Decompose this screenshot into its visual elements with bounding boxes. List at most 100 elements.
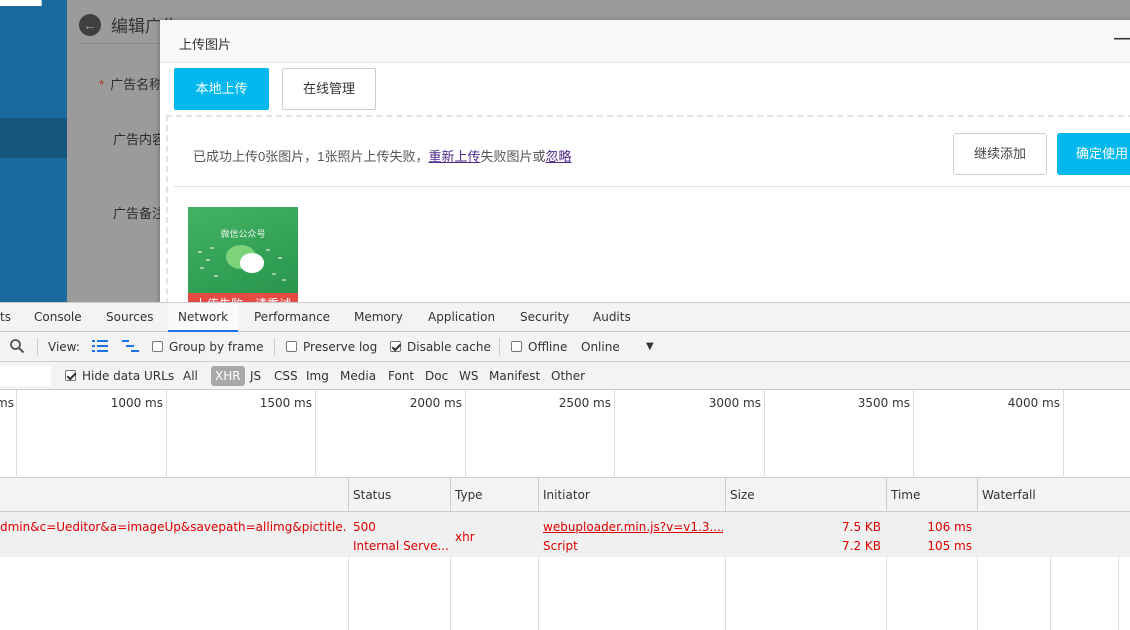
timeline-gridline [16,390,17,478]
filter-type-other[interactable]: Other [551,362,585,390]
timeline-tick-label: 1000 ms [110,396,163,410]
filter-type-xhr[interactable]: XHR [211,366,245,386]
tab-sources[interactable]: Sources [106,303,153,332]
toolbar-divider [274,338,275,356]
column-header-time[interactable]: Time [891,488,920,502]
continue-add-button[interactable]: 继续添加 [953,133,1047,175]
group-by-frame-checkbox[interactable]: Group by frame [152,332,263,362]
search-icon[interactable] [9,332,25,362]
column-divider[interactable] [538,478,539,511]
timeline-tick-label: 4000 ms [1007,396,1060,410]
filter-type-manifest[interactable]: Manifest [489,362,540,390]
offline-checkbox[interactable]: Offline [511,332,567,362]
tab-local-upload[interactable]: 本地上传 [174,68,269,110]
filter-type-ws[interactable]: WS [459,362,478,390]
tab-application[interactable]: Application [428,303,495,332]
devtools-tabbar: ts Console Sources Network Performance M… [0,302,1130,332]
dialog-title-bar[interactable]: 上传图片 — [160,20,1130,63]
admin-logo: ▆▆▆ [0,0,67,6]
filter-type-css[interactable]: CSS [274,362,298,390]
status-prefix: 已成功上传0张图片，1张照片上传失败， [193,149,429,164]
timeline-gridline [166,390,167,478]
thumbnail-caption: 微信公众号 [220,229,266,239]
chevron-down-icon[interactable]: ▼ [646,332,654,362]
form-label-ad-note: 广告备注 [113,206,166,221]
confirm-use-button[interactable]: 确定使用 [1057,133,1130,175]
filter-type-media[interactable]: Media [340,362,376,390]
filter-type-js[interactable]: JS [250,362,261,390]
request-type: xhr [455,530,475,544]
timeline-gridline [465,390,466,478]
tab-console[interactable]: Console [34,303,82,332]
checkbox-label: Disable cache [407,340,491,354]
form-label-ad-content: 广告内容 [113,132,166,147]
ignore-link[interactable]: 忽略 [546,149,572,164]
checkbox-label: Group by frame [169,340,264,354]
table-row[interactable]: dmin&c=Ueditor&a=imageUp&savepath=allimg… [0,512,1130,557]
checkbox-label: Offline [528,340,568,354]
timeline-tick-label: ms [0,396,14,410]
uploaded-image-thumbnail[interactable]: 微信公众号 上传失败，请重试 [188,207,298,302]
filter-type-all[interactable]: All [183,362,198,390]
column-header-type[interactable]: Type [455,488,483,502]
upload-status-text: 已成功上传0张图片，1张照片上传失败，重新上传失败图片或忽略 [193,146,572,165]
request-table-header: Status Type Initiator Size Time Waterfal… [0,478,1130,512]
timeline-gridline [913,390,914,478]
column-divider[interactable] [348,478,349,511]
checkbox-box[interactable] [390,341,401,352]
upload-error-banner[interactable]: 上传失败，请重试 [188,293,298,302]
tab-memory[interactable]: Memory [354,303,403,332]
preserve-log-checkbox[interactable]: Preserve log [286,332,377,362]
column-divider[interactable] [977,478,978,511]
large-rows-icon[interactable] [92,332,108,362]
overview-waterfall-icon[interactable] [122,332,140,362]
retry-upload-link[interactable]: 重新上传 [428,149,480,164]
initiator-link[interactable]: webuploader.min.js?v=v1.3.... [543,520,723,534]
network-overview-timeline[interactable]: ms 1000 ms 1500 ms 2000 ms 2500 ms 3000 … [0,390,1130,478]
request-name[interactable]: dmin&c=Ueditor&a=imageUp&savepath=allimg… [0,520,346,534]
request-time-total: 106 ms [927,520,972,534]
tab-audits[interactable]: Audits [593,303,631,332]
filter-type-font[interactable]: Font [388,362,414,390]
sidebar-active-item[interactable] [0,118,67,158]
minimize-icon[interactable]: — [1114,30,1130,48]
upload-status-bar: 已成功上传0张图片，1张照片上传失败，重新上传失败图片或忽略 继续添加 确定使用 [174,117,1130,187]
column-divider[interactable] [450,478,451,511]
checkbox-box[interactable] [286,341,297,352]
request-status-code: 500 [353,520,376,534]
throttling-select[interactable]: Online [581,332,620,362]
checkbox-box[interactable] [152,341,163,352]
timeline-gridline [764,390,765,478]
request-table-body: dmin&c=Ueditor&a=imageUp&savepath=allimg… [0,512,1130,630]
column-divider[interactable] [725,478,726,511]
checkbox-label: Preserve log [303,340,378,354]
filter-type-doc[interactable]: Doc [425,362,448,390]
request-size-resource: 7.2 KB [842,539,881,553]
tab-network[interactable]: Network [168,303,239,332]
tab-performance[interactable]: Performance [254,303,330,332]
upload-panel: 已成功上传0张图片，1张照片上传失败，重新上传失败图片或忽略 继续添加 确定使用… [166,115,1130,302]
column-header-status[interactable]: Status [353,488,391,502]
timeline-tick-label: 2500 ms [558,396,611,410]
filter-type-img[interactable]: Img [306,362,329,390]
column-header-initiator[interactable]: Initiator [543,488,590,502]
request-initiator[interactable]: webuploader.min.js?v=v1.3.... [543,520,723,534]
network-filter-bar: Hide data URLs All XHR JS CSS Img Media … [0,362,1130,390]
disable-cache-checkbox[interactable]: Disable cache [390,332,491,362]
column-header-size[interactable]: Size [730,488,755,502]
tab-elements[interactable]: ts [0,303,11,332]
status-middle: 失败图片或 [480,149,546,164]
checkbox-box[interactable] [65,370,76,381]
hide-data-urls-checkbox[interactable]: Hide data URLs [65,362,174,390]
timeline-tick-label: 3000 ms [708,396,761,410]
tab-online-manage[interactable]: 在线管理 [282,68,376,110]
column-header-waterfall[interactable]: Waterfall [982,488,1036,502]
form-label-ad-name: * 广告名称 [99,74,162,93]
back-arrow-icon[interactable]: ← [79,13,101,36]
column-divider[interactable] [886,478,887,511]
tab-security[interactable]: Security [520,303,569,332]
timeline-gridline [1063,390,1064,478]
checkbox-box[interactable] [511,341,522,352]
filter-input[interactable] [0,366,51,386]
upload-image-dialog: 上传图片 — 本地上传 在线管理 已成功上传0张图片，1张照片上传失败，重新上传… [160,20,1130,302]
